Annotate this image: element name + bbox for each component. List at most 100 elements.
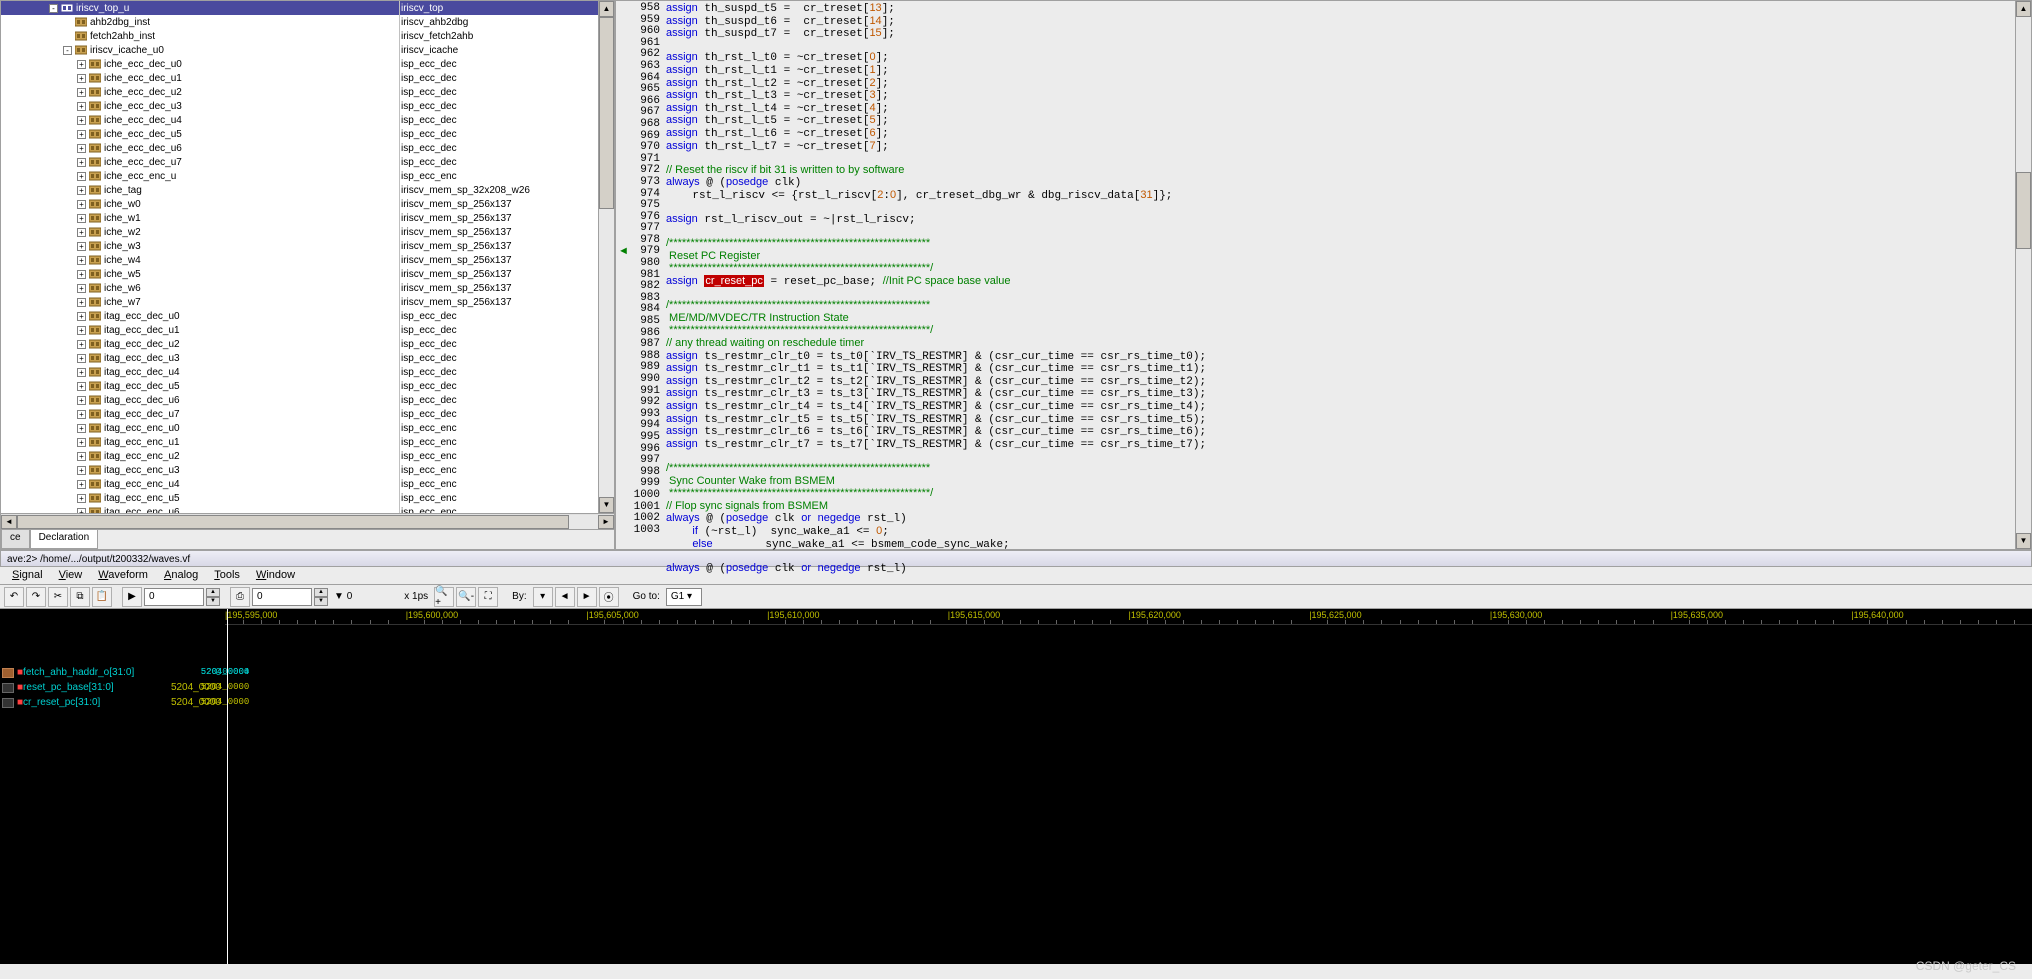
hierarchy-row[interactable]: +itag_ecc_dec_u7isp_ecc_dec [1,407,598,421]
tree-toggle[interactable]: + [77,74,86,83]
waveform-lane[interactable]: 5204_0000 [225,680,2032,695]
hierarchy-row[interactable]: +iche_w2iriscv_mem_sp_256x137 [1,225,598,239]
stop-button[interactable]: ⦿ [599,587,619,607]
hierarchy-row[interactable]: +iche_ecc_dec_u3isp_ecc_dec [1,99,598,113]
tree-toggle[interactable]: + [77,480,86,489]
hierarchy-row[interactable]: +iche_w4iriscv_mem_sp_256x137 [1,253,598,267]
hierarchy-row[interactable]: +itag_ecc_enc_u2isp_ecc_enc [1,449,598,463]
tree-toggle[interactable]: + [77,270,86,279]
menu-tools[interactable]: Tools [206,567,248,584]
hierarchy-row[interactable]: +itag_ecc_enc_u6isp_ecc_enc [1,505,598,513]
column-separator[interactable] [399,1,400,513]
waveform-lane[interactable]: 5204_0000 [225,695,2032,710]
tree-toggle[interactable]: + [77,214,86,223]
hierarchy-row[interactable]: -iriscv_top_uiriscv_top [1,1,598,15]
hierarchy-row[interactable]: +iche_w7iriscv_mem_sp_256x137 [1,295,598,309]
waveform-lane[interactable]: 05204_00005204_00045204_0004 [225,665,2032,680]
line-mark[interactable]: ◄ [618,246,629,258]
tree-toggle[interactable]: + [77,60,86,69]
tree-toggle[interactable]: + [77,396,86,405]
tree-toggle[interactable]: + [77,452,86,461]
tree-toggle[interactable]: + [77,494,86,503]
scroll-down-arrow[interactable]: ▼ [599,497,614,513]
scroll-thumb[interactable] [599,17,614,209]
hierarchy-row[interactable]: +iche_tagiriscv_mem_sp_32x208_w26 [1,183,598,197]
cut-button[interactable]: ✂ [48,587,68,607]
hierarchy-row[interactable]: +iche_w6iriscv_mem_sp_256x137 [1,281,598,295]
tree-toggle[interactable]: + [77,438,86,447]
signal-name-row[interactable]: ■ reset_pc_base[31:0] [0,680,140,695]
hierarchy-row[interactable]: ahb2dbg_instiriscv_ahb2dbg [1,15,598,29]
hierarchy-row[interactable]: +iche_ecc_dec_u5isp_ecc_dec [1,127,598,141]
tree-toggle[interactable]: + [77,354,86,363]
cursor-time-spinner[interactable]: ▲▼ [206,588,220,606]
hierarchy-row[interactable]: +itag_ecc_dec_u4isp_ecc_dec [1,365,598,379]
next-edge-button[interactable]: ► [577,587,597,607]
scroll-right-arrow[interactable]: ► [598,515,614,529]
tab-ce[interactable]: ce [1,530,30,549]
tree-toggle[interactable]: + [77,312,86,321]
tree-toggle[interactable]: + [77,102,86,111]
scroll-up-arrow[interactable]: ▲ [599,1,614,17]
tree-toggle[interactable]: + [77,424,86,433]
scroll-left-arrow[interactable]: ◄ [1,515,17,529]
scroll-thumb[interactable] [2016,172,2031,249]
hierarchy-row[interactable]: +itag_ecc_enc_u4isp_ecc_enc [1,477,598,491]
hierarchy-row[interactable]: +iche_ecc_dec_u4isp_ecc_dec [1,113,598,127]
hierarchy-row[interactable]: +iche_w1iriscv_mem_sp_256x137 [1,211,598,225]
tree-toggle[interactable]: + [77,508,86,514]
time-ruler[interactable]: |195,595,000|195,600,000|195,605,000|195… [225,609,2032,625]
scroll-thumb[interactable] [17,515,569,529]
scroll-down-arrow[interactable]: ▼ [2016,533,2031,549]
hierarchy-row[interactable]: +itag_ecc_dec_u5isp_ecc_dec [1,379,598,393]
tree-toggle[interactable]: + [77,242,86,251]
signal-name-row[interactable]: ■ cr_reset_pc[31:0] [0,695,140,710]
zoom-out-button[interactable]: 🔍- [456,587,476,607]
time-cursor[interactable] [227,609,228,964]
hierarchy-row[interactable]: +iche_w5iriscv_mem_sp_256x137 [1,267,598,281]
tree-toggle[interactable]: + [77,158,86,167]
menu-analog[interactable]: Analog [156,567,206,584]
source-vscroll[interactable]: ▲ ▼ [2015,1,2031,549]
delta-time-field[interactable]: 0 [252,588,312,606]
undo-button[interactable]: ↶ [4,587,24,607]
hierarchy-row[interactable]: +itag_ecc_enc_u5isp_ecc_enc [1,491,598,505]
delta-spinner[interactable]: ▲▼ [314,588,328,606]
hierarchy-tree[interactable]: -iriscv_top_uiriscv_topahb2dbg_instirisc… [1,1,598,513]
tree-toggle[interactable]: + [77,284,86,293]
goto-field[interactable]: G1 ▾ [666,588,702,606]
hierarchy-row[interactable]: +iche_ecc_dec_u2isp_ecc_dec [1,85,598,99]
hierarchy-row[interactable]: +itag_ecc_dec_u1isp_ecc_dec [1,323,598,337]
tree-toggle[interactable]: + [77,116,86,125]
hierarchy-row[interactable]: +iche_w3iriscv_mem_sp_256x137 [1,239,598,253]
tree-toggle[interactable]: + [77,256,86,265]
tree-toggle[interactable]: + [77,172,86,181]
hierarchy-row[interactable]: +itag_ecc_enc_u0isp_ecc_enc [1,421,598,435]
menu-view[interactable]: View [51,567,91,584]
hierarchy-hscroll[interactable]: ◄ ► [1,513,614,529]
zoom-fit-button[interactable]: ⛶ [478,587,498,607]
hierarchy-row[interactable]: +itag_ecc_dec_u6isp_ecc_dec [1,393,598,407]
copy-button[interactable]: ⧉ [70,587,90,607]
hierarchy-vscroll[interactable]: ▲ ▼ [598,1,614,513]
tree-toggle[interactable]: + [77,88,86,97]
hierarchy-row[interactable]: +iche_w0iriscv_mem_sp_256x137 [1,197,598,211]
hierarchy-row[interactable]: +itag_ecc_dec_u0isp_ecc_dec [1,309,598,323]
menu-window[interactable]: Window [248,567,303,584]
by-dropdown[interactable]: ▾ [533,587,553,607]
hierarchy-row[interactable]: fetch2ahb_instiriscv_fetch2ahb [1,29,598,43]
tree-toggle[interactable]: + [77,466,86,475]
tree-toggle[interactable]: + [77,144,86,153]
tree-toggle[interactable]: + [77,340,86,349]
menu-waveform[interactable]: Waveform [90,567,156,584]
hierarchy-row[interactable]: +iche_ecc_dec_u0isp_ecc_dec [1,57,598,71]
tree-toggle[interactable]: + [77,298,86,307]
paste-button[interactable]: 📋 [92,587,112,607]
cursor-button[interactable]: ▶ [122,587,142,607]
hierarchy-row[interactable]: +itag_ecc_enc_u3isp_ecc_enc [1,463,598,477]
anchor-icon[interactable]: ⎙ [230,587,250,607]
tree-toggle[interactable]: + [77,326,86,335]
signal-names[interactable]: ■ fetch_ahb_haddr_o[31:0]■ reset_pc_base… [0,609,140,964]
hierarchy-row[interactable]: +itag_ecc_dec_u3isp_ecc_dec [1,351,598,365]
prev-edge-button[interactable]: ◄ [555,587,575,607]
